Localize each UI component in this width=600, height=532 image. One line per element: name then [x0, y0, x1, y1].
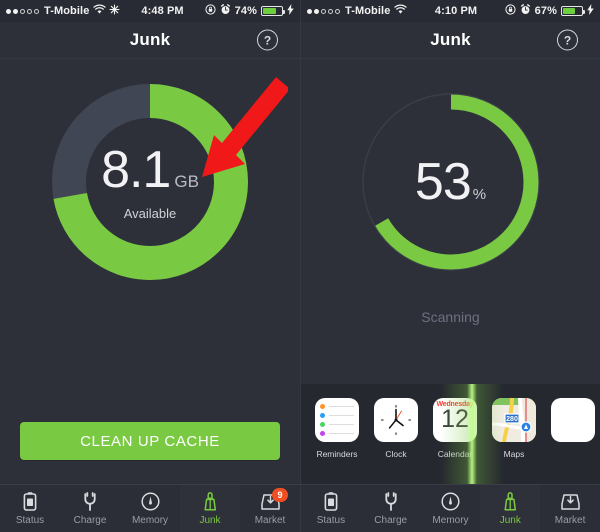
tab-market[interactable]: 9 Market: [240, 485, 300, 532]
dual-screenshot-container: T-Mobile 4:48 PM 74% Junk ? 8.1 GB Avail…: [0, 0, 600, 532]
tab-memory-label: Memory: [432, 514, 469, 526]
tab-status-label: Status: [15, 514, 45, 526]
tab-junk-label: Junk: [499, 514, 521, 526]
app-item-partial[interactable]: [549, 398, 597, 449]
alarm-clock-icon: [220, 4, 231, 18]
gauge-icon: [140, 492, 160, 512]
carrier-name: T-Mobile: [345, 5, 391, 17]
power-plug-icon: [382, 492, 400, 512]
app-label: Maps: [503, 449, 525, 459]
scan-progress-svg: [361, 93, 540, 271]
status-bar-time: 4:10 PM: [434, 5, 478, 17]
tab-charge-label: Charge: [73, 514, 107, 526]
gauge-icon: [441, 492, 460, 512]
tab-market[interactable]: Market: [540, 485, 600, 532]
market-badge-count: 9: [272, 488, 288, 502]
help-icon[interactable]: ?: [557, 29, 578, 51]
app-item-maps[interactable]: 280 Maps: [490, 398, 538, 459]
scanned-apps-strip: Reminders Clock Wednesday 12 Calendar 28…: [301, 384, 600, 484]
bluetooth-sync-icon: [109, 4, 120, 18]
scan-status-text: Scanning: [421, 309, 480, 325]
tab-market-label: Market: [254, 514, 286, 526]
tab-charge-label: Charge: [374, 514, 408, 526]
wifi-icon: [93, 4, 107, 18]
tab-junk[interactable]: Junk: [480, 485, 541, 532]
scan-progress-chart: 53 %: [352, 83, 550, 281]
alarm-clock-icon: [520, 4, 531, 18]
storage-donut-svg: [52, 84, 248, 280]
broom-icon: [202, 492, 219, 512]
power-plug-icon: [81, 492, 99, 512]
right-status-bar: T-Mobile 4:10 PM 67%: [301, 0, 600, 22]
clean-up-cache-button[interactable]: CLEAN UP CACHE: [20, 422, 280, 460]
status-bar-left-group: T-Mobile: [6, 4, 120, 18]
right-nav-bar: Junk ?: [301, 22, 600, 59]
lightning-bolt-icon: [587, 4, 594, 18]
clean-up-cache-label: CLEAN UP CACHE: [80, 432, 220, 450]
rotation-lock-icon: [205, 4, 216, 18]
tab-charge[interactable]: Charge: [361, 485, 421, 532]
maps-app-icon: 280: [492, 398, 536, 442]
battery-status-icon: [323, 492, 339, 512]
tab-market-label: Market: [554, 514, 586, 526]
tab-status[interactable]: Status: [301, 485, 361, 532]
app-label: Reminders: [316, 449, 358, 459]
battery-icon: [261, 6, 285, 16]
tab-charge[interactable]: Charge: [60, 485, 120, 532]
right-phone-screen: T-Mobile 4:10 PM 67% Junk ? 53 % Scannin…: [300, 0, 600, 532]
calendar-day: 12: [441, 405, 469, 433]
app-label: Clock: [385, 449, 407, 459]
tab-memory-label: Memory: [131, 514, 169, 526]
calendar-app-icon: Wednesday 12: [433, 398, 477, 442]
lightning-bolt-icon: [287, 4, 294, 18]
partial-app-icon: [551, 398, 595, 442]
left-phone-screen: T-Mobile 4:48 PM 74% Junk ? 8.1 GB Avail…: [0, 0, 300, 532]
left-content-area: 8.1 GB Available CLEAN UP CACHE: [0, 59, 300, 484]
left-tab-bar: Status Charge Memory Junk 9 Market: [0, 484, 300, 532]
status-bar-right-group: 74%: [205, 4, 294, 18]
battery-percent-label: 74%: [234, 5, 257, 17]
page-title: Junk: [129, 30, 171, 49]
help-icon[interactable]: ?: [257, 29, 278, 51]
app-item-calendar[interactable]: Wednesday 12 Calendar: [431, 398, 479, 459]
tab-memory[interactable]: Memory: [120, 485, 180, 532]
storage-donut-chart: 8.1 GB Available: [51, 83, 249, 281]
broom-icon: [502, 492, 519, 512]
tab-junk[interactable]: Junk: [180, 485, 240, 532]
reminders-app-icon: [315, 398, 359, 442]
status-bar-right-group: 67%: [505, 4, 594, 18]
app-icon-row: Reminders Clock Wednesday 12 Calendar 28…: [301, 384, 600, 459]
scan-progress-chart-wrap: 53 %: [301, 83, 600, 281]
wifi-icon: [394, 4, 408, 18]
tab-status[interactable]: Status: [0, 485, 60, 532]
status-bar-left-group: T-Mobile: [307, 4, 408, 18]
left-nav-bar: Junk ?: [0, 22, 300, 59]
tab-memory[interactable]: Memory: [421, 485, 481, 532]
tab-junk-label: Junk: [199, 514, 221, 526]
status-bar-time: 4:48 PM: [141, 5, 184, 17]
signal-strength-dots-icon: [307, 8, 340, 14]
signal-strength-dots-icon: [6, 8, 39, 14]
battery-icon: [561, 6, 585, 16]
tab-status-label: Status: [316, 514, 346, 526]
app-item-clock[interactable]: Clock: [372, 398, 420, 459]
app-item-reminders[interactable]: Reminders: [313, 398, 361, 459]
carrier-name: T-Mobile: [44, 5, 90, 17]
svg-text:280: 280: [506, 416, 518, 423]
clock-app-icon: [374, 398, 418, 442]
right-content-area: 53 % Scanning Reminders Clock Wednesday …: [301, 59, 600, 484]
right-tab-bar: Status Charge Memory Junk Market: [301, 484, 600, 532]
download-tray-icon: [560, 492, 580, 512]
storage-donut-chart-wrap: 8.1 GB Available: [0, 83, 300, 281]
rotation-lock-icon: [505, 4, 516, 18]
battery-percent-label: 67%: [534, 5, 557, 17]
app-label: Calendar: [437, 449, 473, 459]
left-status-bar: T-Mobile 4:48 PM 74%: [0, 0, 300, 22]
page-title: Junk: [430, 30, 471, 49]
battery-status-icon: [22, 492, 38, 512]
